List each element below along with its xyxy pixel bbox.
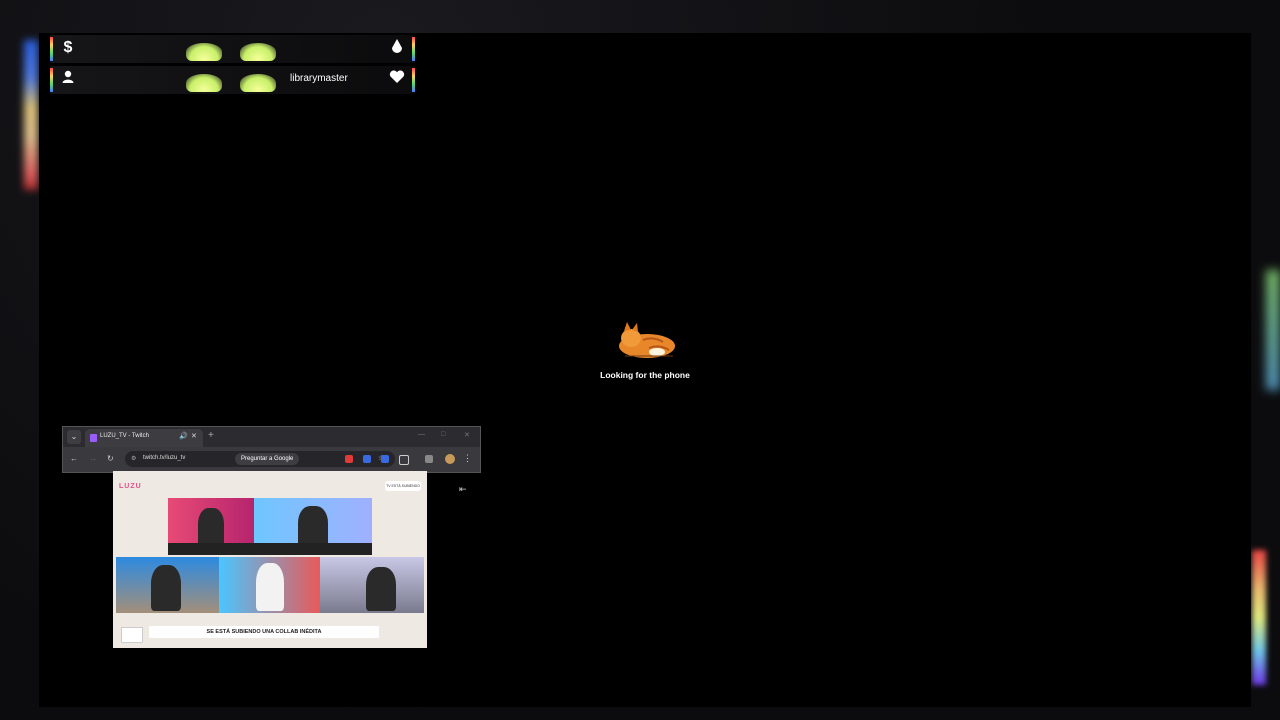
browser-window[interactable]: ⌄ LUZU_TV - Twitch 🔊 ✕ + — □ ✕ ← → ↻ ⚙ t… [62, 426, 481, 473]
person [151, 565, 181, 611]
loading-indicator: Looking for the phone [590, 318, 700, 380]
person [366, 567, 396, 611]
rainbow-glow-right-top [1266, 270, 1280, 390]
stats-row-follower: librarymaster [50, 66, 415, 94]
rainbow-edge-right [412, 68, 415, 92]
rainbow-glow-left [24, 40, 38, 190]
reload-icon[interactable]: ↻ [107, 454, 114, 463]
window-close-icon[interactable]: ✕ [464, 431, 470, 439]
ask-google-label: Preguntar a Google [241, 456, 294, 462]
tab-luzu-tv[interactable]: LUZU_TV - Twitch 🔊 ✕ [85, 429, 203, 447]
maximize-icon[interactable]: □ [441, 431, 445, 438]
cat-icon [613, 318, 677, 360]
twitch-icon [90, 434, 97, 442]
user-icon [60, 70, 76, 88]
drop-icon [389, 39, 405, 57]
person [198, 508, 224, 548]
extension-icon[interactable] [345, 455, 353, 463]
media-control-icon[interactable] [425, 455, 433, 463]
glow-blob [240, 43, 276, 61]
desk [168, 543, 372, 555]
person [256, 563, 284, 611]
heart-icon [389, 70, 405, 88]
glow-blob [186, 74, 222, 92]
channel-logo: LUZU [119, 483, 142, 490]
url-text[interactable]: twitch.tv/luzu_tv [143, 455, 185, 461]
stats-widget: $ librarymaster [50, 35, 415, 94]
rainbow-edge-left [50, 37, 53, 61]
stream-video[interactable]: LUZU TV ESTÁ SUBIENDO SE ESTÁ SUBIENDO U… [113, 471, 427, 648]
return-icon[interactable]: ⇤ [459, 484, 467, 495]
profile-avatar[interactable] [445, 454, 455, 464]
tab-search-button[interactable]: ⌄ [67, 430, 81, 444]
glow-blob [186, 43, 222, 61]
glow-blob [240, 74, 276, 92]
video-top-panel [168, 498, 372, 555]
extensions-puzzle-icon[interactable] [399, 455, 409, 465]
forward-icon[interactable]: → [89, 454, 97, 463]
caption-logo [121, 627, 143, 643]
minimize-icon[interactable]: — [418, 431, 425, 438]
address-bar[interactable]: ⚙ twitch.tv/luzu_tv Preguntar a Google ☆ [125, 451, 395, 467]
tab-bar: ⌄ LUZU_TV - Twitch 🔊 ✕ + — □ ✕ [63, 427, 480, 447]
person [298, 506, 328, 548]
stats-row-donations: $ [50, 35, 415, 63]
rainbow-edge-right [412, 37, 415, 61]
browser-menu-icon[interactable]: ⋮ [463, 453, 472, 464]
tab-title: LUZU_TV - Twitch [100, 433, 149, 439]
loading-message: Looking for the phone [600, 370, 690, 380]
extension-icon[interactable] [381, 455, 389, 463]
video-badge: TV ESTÁ SUBIENDO [385, 481, 421, 491]
close-icon[interactable]: ✕ [191, 432, 197, 440]
video-bottom-row [116, 557, 424, 613]
speaker-icon[interactable]: 🔊 [179, 432, 188, 440]
ask-google-button[interactable]: Preguntar a Google [235, 453, 300, 465]
site-info-icon[interactable]: ⚙ [131, 455, 136, 462]
dollar-icon: $ [63, 39, 73, 56]
rainbow-glow-right-bottom [1252, 550, 1266, 685]
browser-toolbar: ← → ↻ ⚙ twitch.tv/luzu_tv Preguntar a Go… [63, 447, 480, 472]
rainbow-edge-left [50, 68, 53, 92]
new-tab-button[interactable]: + [208, 430, 214, 441]
latest-follower-name: librarymaster [290, 73, 348, 84]
video-caption: SE ESTÁ SUBIENDO UNA COLLAB INÉDITA [149, 626, 379, 638]
back-icon[interactable]: ← [70, 454, 78, 463]
extension-icon[interactable] [363, 455, 371, 463]
